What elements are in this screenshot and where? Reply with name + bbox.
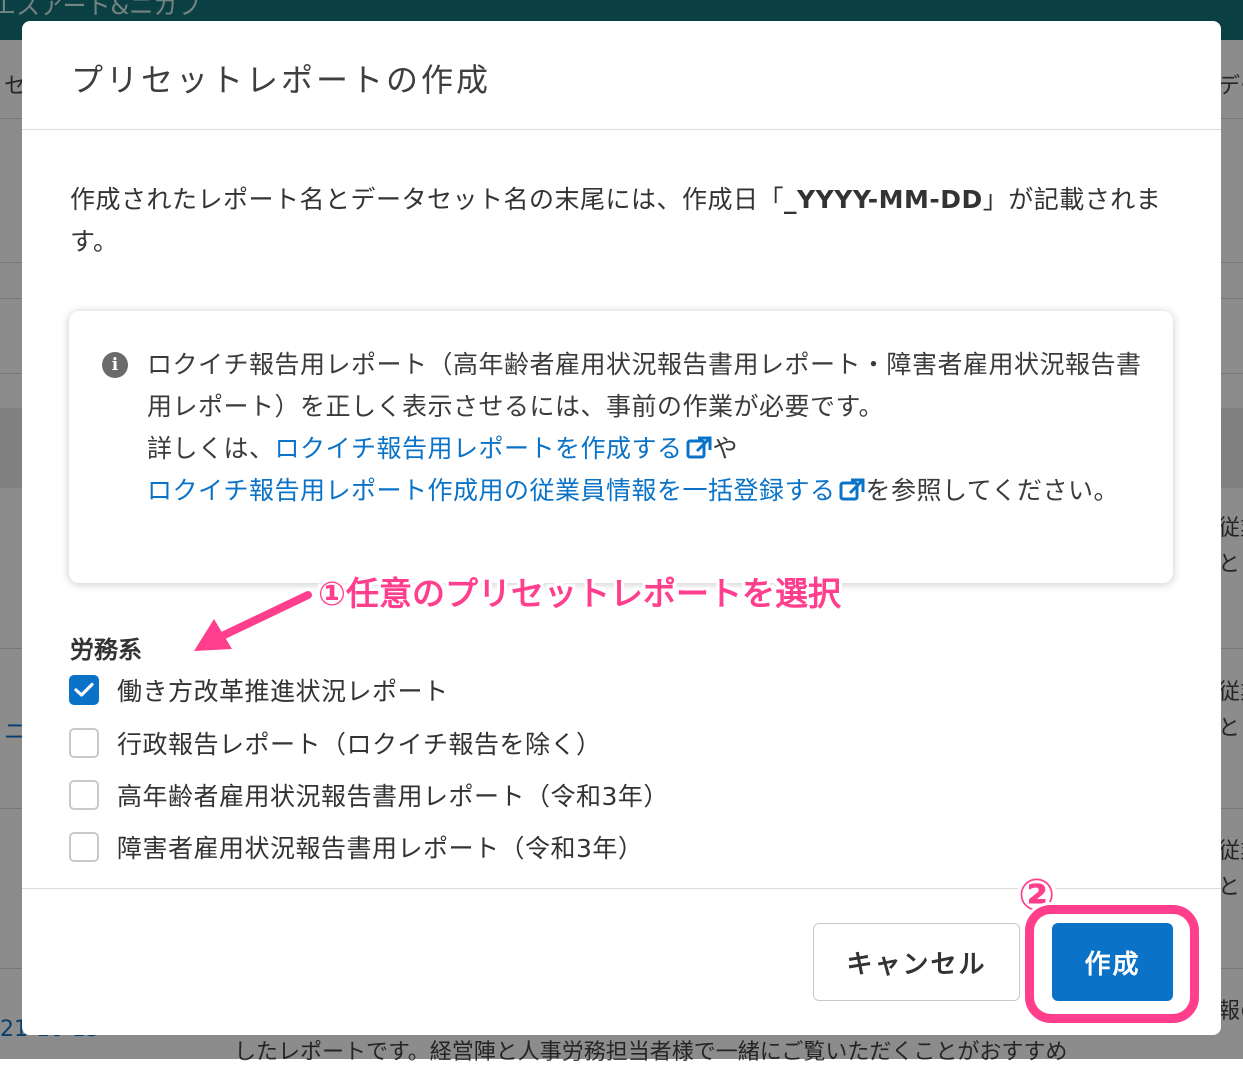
info-circle-icon: i: [102, 352, 128, 378]
info-notice: i ロクイチ報告用レポート（高年齢者雇用状況報告書用レポート・障害者雇用状況報告…: [69, 311, 1173, 583]
checkmark-icon: [74, 682, 94, 697]
checkbox[interactable]: [69, 780, 99, 810]
info-text: ロクイチ報告用レポート（高年齢者雇用状況報告書用レポート・障害者雇用状況報告書用…: [147, 350, 1142, 505]
dialog-description: 作成されたレポート名とデータセット名の末尾には、作成日「_YYYY-MM-DD」…: [70, 185, 1162, 256]
option-disability-employment-report[interactable]: 障害者雇用状況報告書用レポート（令和3年）: [69, 830, 643, 864]
section-heading-labor: 労務系: [70, 636, 142, 664]
dialog-title: プリセットレポートの作成: [71, 61, 492, 99]
option-label: 働き方改革推進状況レポート: [117, 677, 449, 706]
option-work-style-reform[interactable]: 働き方改革推進状況レポート: [69, 673, 449, 707]
bulk-register-employee-link[interactable]: ロクイチ報告用レポート作成用の従業員情報を一括登録する: [147, 476, 836, 505]
checkbox-checked[interactable]: [69, 675, 99, 705]
option-senior-employment-report[interactable]: 高年齢者雇用状況報告書用レポート（令和3年）: [69, 778, 669, 812]
cancel-button[interactable]: キャンセル: [813, 923, 1020, 1001]
option-administrative-report[interactable]: 行政報告レポート（ロクイチ報告を除く）: [69, 726, 602, 760]
checkbox[interactable]: [69, 728, 99, 758]
create-rokuichi-report-link[interactable]: ロクイチ報告用レポートを作成する: [275, 434, 683, 463]
external-link-icon: [686, 436, 712, 459]
option-label: 高年齢者雇用状況報告書用レポート（令和3年）: [117, 782, 669, 811]
annotation-arrow: [189, 588, 315, 656]
dialog-header: プリセットレポートの作成: [22, 21, 1221, 130]
annotation-highlight-frame: [1025, 905, 1199, 1023]
date-format: _YYYY-MM-DD: [784, 185, 983, 214]
option-label: 行政報告レポート（ロクイチ報告を除く）: [117, 730, 602, 759]
option-label: 障害者雇用状況報告書用レポート（令和3年）: [117, 834, 644, 863]
checkbox[interactable]: [69, 832, 99, 862]
annotation-step1: ①任意のプリセットレポートを選択: [318, 574, 841, 613]
external-link-icon: [839, 478, 865, 501]
